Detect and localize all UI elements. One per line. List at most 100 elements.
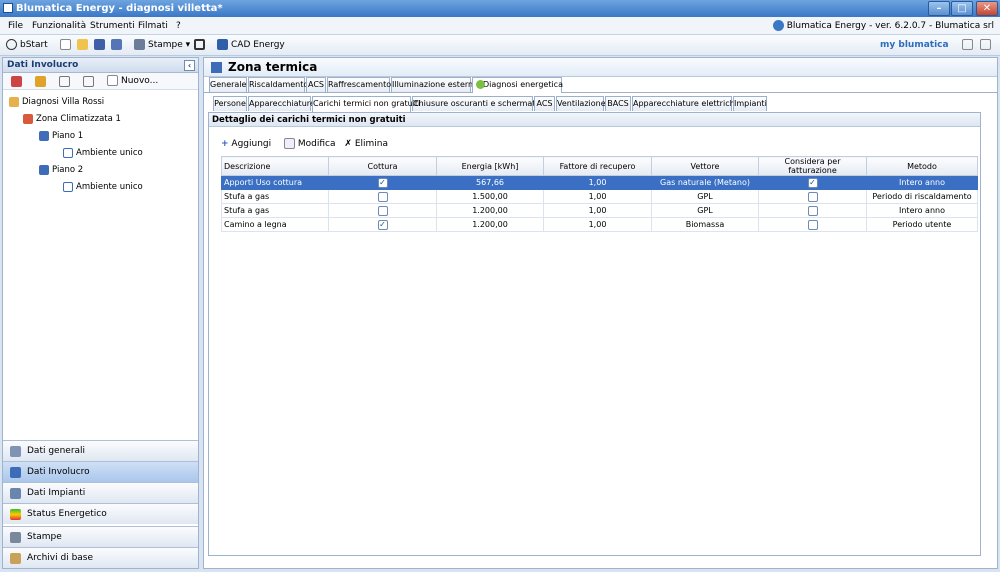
- subtab-impianti[interactable]: Impianti: [733, 96, 767, 111]
- cell-vettore: Biomassa: [651, 217, 759, 232]
- checkbox-unchecked[interactable]: [377, 205, 388, 216]
- save-button[interactable]: [94, 37, 105, 54]
- checkbox-unchecked[interactable]: [807, 191, 818, 202]
- tab-generale[interactable]: Generale: [209, 77, 247, 92]
- expand-icon[interactable]: [59, 76, 70, 87]
- table-row[interactable]: Stufa a gas 1.500,00 1,00 GPL Periodo di ris…: [221, 189, 978, 204]
- subtab-apparecchiature[interactable]: Apparecchiature: [248, 96, 315, 111]
- cell-energia: 1.500,00: [436, 189, 544, 204]
- app-icon: [3, 3, 13, 13]
- col-metodo[interactable]: Metodo: [866, 156, 978, 176]
- checkbox-checked[interactable]: ✓: [377, 177, 388, 188]
- tab-acs[interactable]: ACS: [306, 77, 326, 92]
- nav-dati-impianti[interactable]: Dati Impianti: [3, 482, 198, 503]
- subtab-acs[interactable]: ACS: [534, 96, 555, 111]
- table-row[interactable]: Camino a legna ✓ 1.200,00 1,00 Biomassa Perio…: [221, 217, 978, 232]
- subtab-bacs[interactable]: BACS: [605, 96, 631, 111]
- nav-stampe[interactable]: Stampe: [3, 526, 198, 547]
- bstart-button[interactable]: bStart: [6, 37, 48, 54]
- cell-vettore: GPL: [651, 203, 759, 218]
- stampe-button[interactable]: Stampe ▾: [134, 37, 190, 54]
- tree-tool-icon-1[interactable]: [11, 76, 22, 87]
- subtab-ventilazione[interactable]: Ventilazione: [556, 96, 606, 111]
- tree-item-zona[interactable]: Zona Climatizzata 1: [23, 113, 121, 125]
- tab-illuminazione[interactable]: Illuminazione esterna: [391, 77, 478, 92]
- checkbox-checked[interactable]: ✓: [377, 219, 388, 230]
- my-blumatica-link[interactable]: my blumatica: [880, 37, 949, 54]
- tab-diagnosi[interactable]: Diagnosi energetica: [472, 77, 563, 93]
- new-icon: [107, 75, 118, 86]
- info-button[interactable]: [962, 37, 973, 54]
- cell-vettore: Gas naturale (Metano): [651, 175, 759, 190]
- cell-metodo: Periodo di riscaldamento: [866, 189, 978, 204]
- nav-status-energetico[interactable]: Status Energetico: [3, 503, 198, 524]
- collapse-panel-button[interactable]: ‹: [184, 60, 195, 71]
- nav-dati-generali[interactable]: Dati generali: [3, 440, 198, 461]
- modifica-button[interactable]: Modifica: [284, 138, 336, 149]
- subtab-app-elettriche[interactable]: Apparecchiature elettriche: [632, 96, 740, 111]
- cad-energy-button[interactable]: CAD Energy: [217, 37, 285, 54]
- plus-icon: +: [221, 139, 229, 149]
- tab-raffrescamento[interactable]: Raffrescamento: [327, 77, 391, 92]
- col-fattore[interactable]: Fattore di recupero: [543, 156, 652, 176]
- cell-descrizione: Stufa a gas: [221, 189, 329, 204]
- room-icon: [63, 181, 73, 192]
- tree-item-diagnosi[interactable]: Diagnosi Villa Rossi: [9, 96, 104, 108]
- tree-item-piano-1[interactable]: Piano 1: [39, 130, 83, 142]
- blumatica-logo-icon: [772, 20, 784, 31]
- minimize-button[interactable]: –: [928, 1, 950, 16]
- open-button[interactable]: [77, 37, 88, 54]
- cell-metodo: Periodo utente: [866, 217, 978, 232]
- subtab-chiusure[interactable]: Chiusure oscuranti e schermature: [412, 96, 549, 111]
- tree-toolbar: Nuovo...: [3, 73, 198, 90]
- nav-archivi[interactable]: Archivi di base: [3, 547, 198, 568]
- cell-fatturazione: [758, 217, 867, 232]
- room-icon: [63, 147, 73, 158]
- tab-riscaldamento[interactable]: Riscaldamento: [248, 77, 308, 92]
- tools-button[interactable]: [194, 37, 205, 54]
- tree-item-ambiente-1[interactable]: Ambiente unico: [63, 147, 143, 159]
- nuovo-button[interactable]: Nuovo...: [107, 75, 158, 88]
- col-descrizione[interactable]: Descrizione: [221, 156, 329, 176]
- nav-dati-involucro[interactable]: Dati Involucro: [3, 461, 198, 482]
- menu-funzionalita[interactable]: Funzionalità: [32, 17, 86, 35]
- subtab-persone[interactable]: Persone: [213, 96, 247, 111]
- save-all-button[interactable]: [111, 37, 122, 54]
- collapse-icon[interactable]: [83, 76, 94, 87]
- cell-fattore: 1,00: [543, 189, 652, 204]
- elimina-button[interactable]: ✗ Elimina: [344, 139, 388, 149]
- aggiungi-button[interactable]: + Aggiungi: [221, 139, 271, 149]
- subtab-carichi[interactable]: Carichi termici non gratuiti: [312, 96, 420, 112]
- title-bar: Blumatica Energy - diagnosi villetta* – …: [0, 0, 1000, 17]
- checkbox-unchecked[interactable]: [377, 191, 388, 202]
- col-vettore[interactable]: Vettore: [651, 156, 759, 176]
- menu-help[interactable]: ?: [176, 17, 181, 35]
- close-button[interactable]: ✕: [976, 1, 998, 16]
- menu-filmati[interactable]: Filmati: [138, 17, 168, 35]
- menu-strumenti[interactable]: Strumenti: [90, 17, 135, 35]
- tree-item-piano-2[interactable]: Piano 2: [39, 164, 83, 176]
- floor-icon: [39, 130, 49, 141]
- cad-icon: [217, 39, 228, 50]
- toolbar: bStart Stampe ▾ CAD Energy my blumatica: [0, 35, 1000, 56]
- page-title: Zona termica: [228, 60, 318, 74]
- zone-icon: [23, 113, 33, 124]
- grid-toolbar: + Aggiungi Modifica ✗ Elimina: [221, 137, 388, 151]
- table-row[interactable]: Apporti Uso cottura ✓ 567,66 1,00 Gas natura…: [221, 175, 978, 190]
- checkbox-unchecked[interactable]: [807, 219, 818, 230]
- maximize-button[interactable]: □: [951, 1, 973, 16]
- new-file-button[interactable]: [60, 37, 71, 54]
- envelope-icon: [10, 467, 21, 478]
- col-fatturazione[interactable]: Considera per fatturazione: [758, 156, 867, 176]
- checkbox-checked[interactable]: ✓: [807, 177, 818, 188]
- window-title: Blumatica Energy - diagnosi villetta*: [16, 3, 223, 14]
- tree-tool-icon-2[interactable]: [35, 76, 46, 87]
- menu-file[interactable]: File: [8, 17, 23, 35]
- col-energia[interactable]: Energia [kWh]: [436, 156, 544, 176]
- table-row[interactable]: Stufa a gas 1.200,00 1,00 GPL Intero anno: [221, 203, 978, 218]
- help-button[interactable]: [980, 37, 991, 54]
- tree-item-ambiente-2[interactable]: Ambiente unico: [63, 181, 143, 193]
- zone-icon: [211, 62, 222, 73]
- checkbox-unchecked[interactable]: [807, 205, 818, 216]
- col-cottura[interactable]: Cottura: [328, 156, 437, 176]
